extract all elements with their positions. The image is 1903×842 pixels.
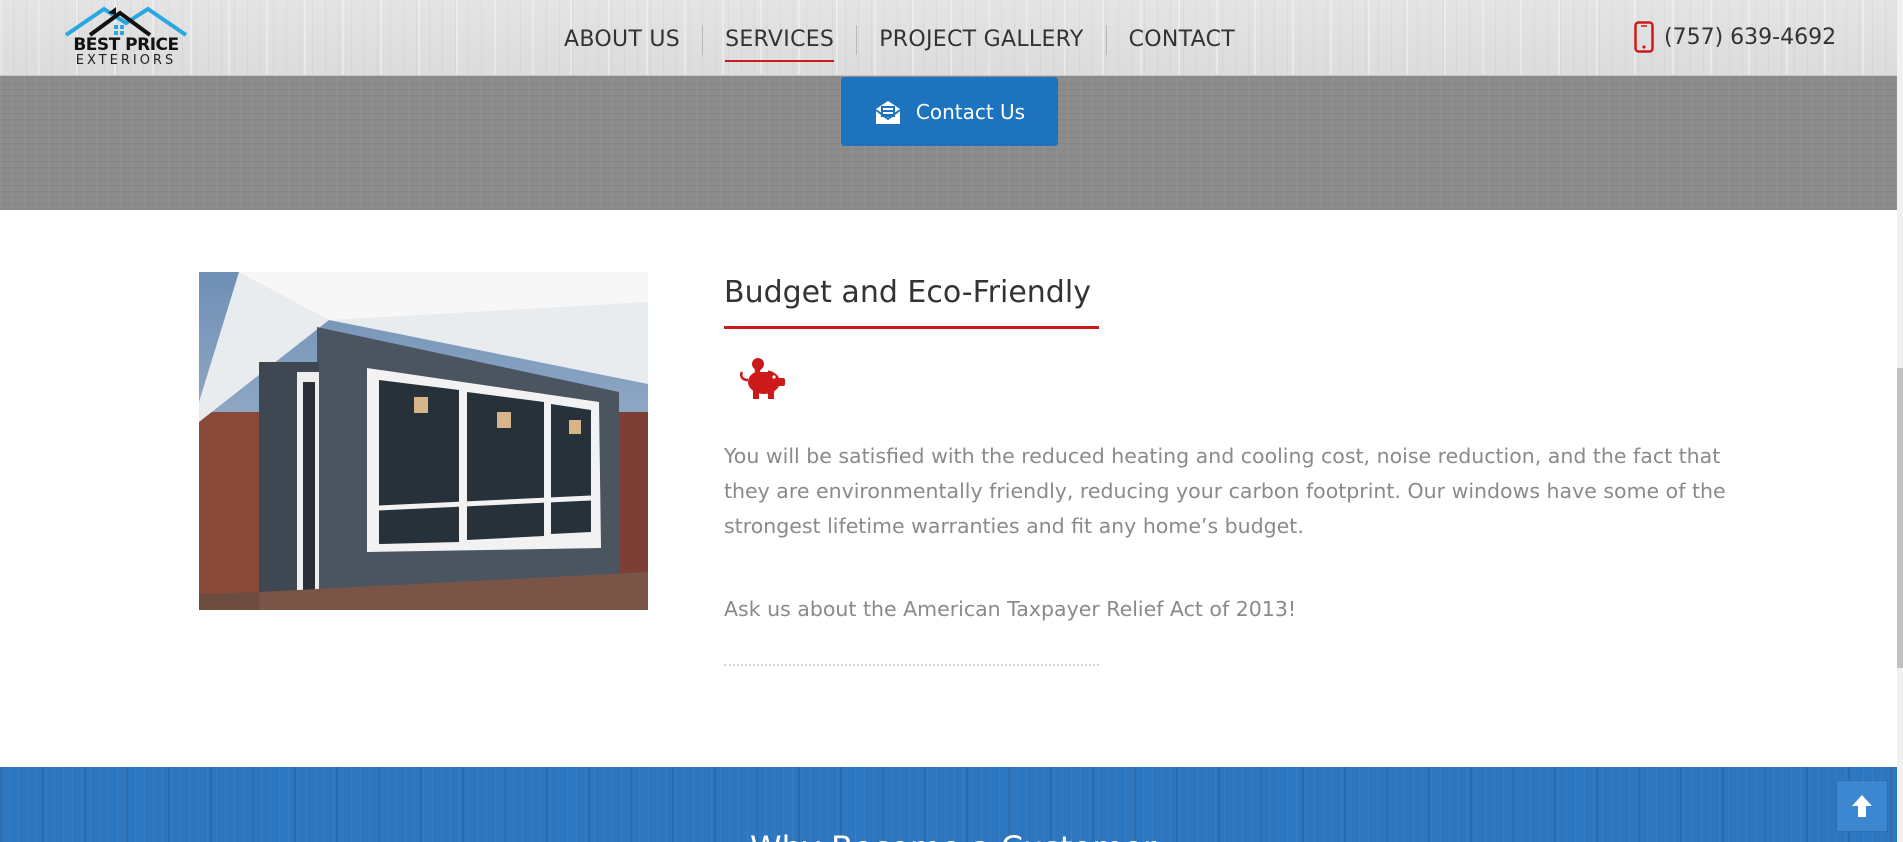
- dotted-divider: [724, 664, 1099, 666]
- cta-band: Contact Us: [0, 75, 1897, 210]
- logo-text-secondary: EXTERIORS: [75, 53, 177, 68]
- site-logo[interactable]: BEST PRICE EXTERIORS: [64, 5, 188, 71]
- logo-text-primary: BEST PRICE: [73, 35, 179, 55]
- feature-description: You will be satisfied with the reduced h…: [724, 444, 1726, 538]
- phone-number: (757) 639-4692: [1664, 24, 1837, 50]
- site-header: BEST PRICE EXTERIORS ABOUT US SERVICES P…: [0, 0, 1897, 76]
- nav-project-gallery[interactable]: PROJECT GALLERY: [857, 20, 1105, 60]
- tax-relief-note: Ask us about the American Taxpayer Relie…: [724, 597, 1297, 621]
- nav-about-us[interactable]: ABOUT US: [542, 20, 702, 60]
- contact-us-label: Contact Us: [915, 99, 1026, 124]
- house-windows-photo: [199, 272, 648, 610]
- section-heading: Why Become a Customer: [750, 828, 1156, 842]
- page-scrollbar[interactable]: [1897, 0, 1903, 842]
- house-roof-logo-icon: [64, 6, 188, 37]
- phone-link[interactable]: (757) 639-4692: [1634, 21, 1836, 53]
- scrollbar-thumb[interactable]: [1897, 368, 1903, 668]
- nav-contact[interactable]: CONTACT: [1107, 20, 1257, 60]
- mobile-phone-icon: [1634, 21, 1654, 53]
- back-to-top-button[interactable]: [1836, 780, 1888, 832]
- piggy-bank-icon: [740, 358, 785, 399]
- title-underline: [724, 326, 1099, 329]
- envelope-open-icon: [875, 100, 901, 124]
- arrow-up-icon: [1852, 795, 1872, 817]
- feature-title: Budget and Eco-Friendly: [724, 275, 1091, 310]
- main-nav: ABOUT US SERVICES PROJECT GALLERY CONTAC…: [542, 20, 1257, 62]
- contact-us-button[interactable]: Contact Us: [841, 77, 1058, 146]
- why-customer-section: Why Become a Customer: [0, 767, 1897, 842]
- nav-services[interactable]: SERVICES: [703, 20, 856, 62]
